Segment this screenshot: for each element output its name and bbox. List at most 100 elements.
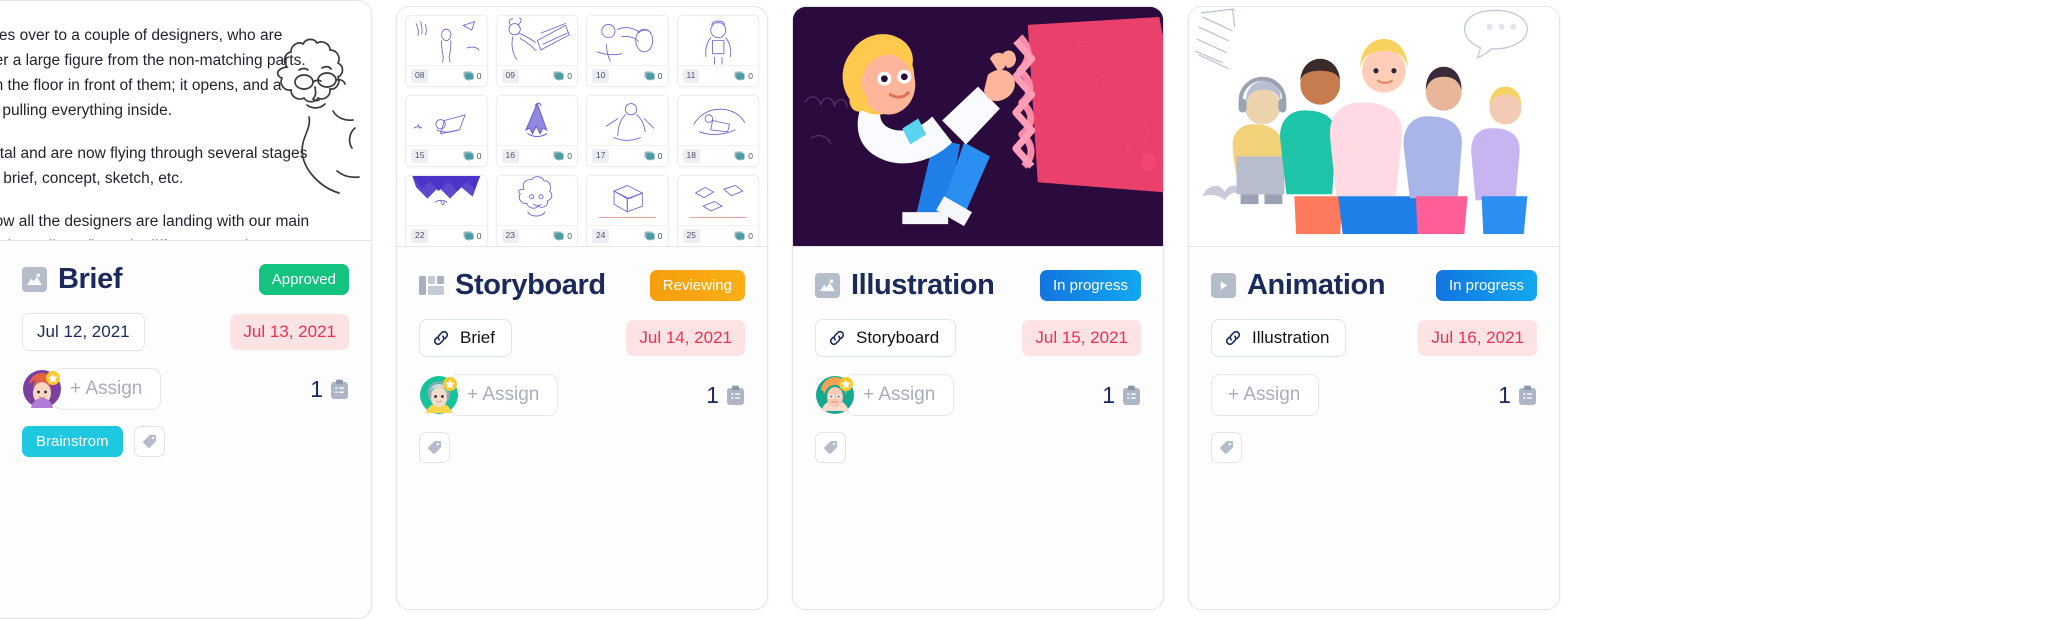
card-title: Animation xyxy=(1247,269,1386,301)
title-row: Animation In progress xyxy=(1211,269,1537,302)
card-body: Illustration In progress Storyboard Jul … xyxy=(793,247,1163,609)
frame-comments: 0 xyxy=(463,151,482,161)
comment-count: 0 xyxy=(748,151,753,161)
frame-meta: 09 0 xyxy=(496,65,577,86)
frame-number: 09 xyxy=(501,69,519,83)
task-count[interactable]: 1 xyxy=(1102,382,1141,409)
task-card-board: mes over to a couple of designers, who a… xyxy=(0,0,2048,619)
title-row: Storyboard Reviewing xyxy=(419,269,745,302)
frame-number: 24 xyxy=(592,229,610,243)
storyboard-frame[interactable]: 22 0 xyxy=(405,175,488,246)
avatar[interactable] xyxy=(419,375,459,415)
avatar[interactable] xyxy=(815,375,855,415)
assignee-row: + Assign 1 xyxy=(815,374,1141,416)
frame-thumbnail xyxy=(587,176,668,225)
dependency-chip[interactable]: Brief xyxy=(419,319,512,357)
animation-preview[interactable] xyxy=(1189,7,1559,247)
task-count[interactable]: 1 xyxy=(310,376,349,403)
frame-comments: 0 xyxy=(644,231,663,241)
frame-thumbnail xyxy=(587,96,668,145)
tag-icon xyxy=(142,434,156,449)
storyboard-frame[interactable]: 10 0 xyxy=(586,15,669,87)
due-date-badge[interactable]: Jul 14, 2021 xyxy=(626,320,745,356)
storyboard-preview[interactable]: 08 0 09 0 10 0 11 0 15 0 16 0 17 0 18 0 … xyxy=(397,7,767,247)
assignee-row: + Assign 1 xyxy=(1211,374,1537,416)
frame-number: 08 xyxy=(411,69,429,83)
comment-count: 0 xyxy=(476,231,482,241)
storyboard-frame[interactable]: 17 0 xyxy=(586,95,669,167)
frame-meta: 17 0 xyxy=(587,145,668,166)
comment-count: 0 xyxy=(567,231,572,241)
storyboard-frame[interactable]: 15 0 xyxy=(405,95,488,167)
frame-comments: 0 xyxy=(734,151,753,161)
frame-thumbnail xyxy=(587,16,668,65)
start-date-field[interactable]: Jul 12, 2021 xyxy=(22,313,145,351)
task-count[interactable]: 1 xyxy=(706,382,745,409)
add-tag-button[interactable] xyxy=(133,426,165,457)
storyboard-frame[interactable]: 09 0 xyxy=(495,15,578,87)
task-count-number: 1 xyxy=(1102,381,1115,408)
task-card-illustration[interactable]: Illustration In progress Storyboard Jul … xyxy=(792,6,1164,610)
comment-icon xyxy=(734,71,745,81)
task-count[interactable]: 1 xyxy=(1498,382,1537,409)
storyboard-grid: 08 0 09 0 10 0 11 0 15 0 16 0 17 0 18 0 … xyxy=(397,7,767,246)
tag-icon xyxy=(1219,440,1234,455)
title-row: Brief Approved xyxy=(22,263,349,296)
frame-thumbnail xyxy=(677,16,758,65)
frame-comments: 0 xyxy=(463,71,482,81)
comment-count: 0 xyxy=(748,71,753,81)
storyboard-frame[interactable]: 16 0 xyxy=(495,95,578,167)
comment-icon xyxy=(463,231,474,241)
frame-comments: 0 xyxy=(553,71,572,81)
tag-pill[interactable]: Brainstrom xyxy=(22,426,123,457)
storyboard-frame[interactable]: 23 0 xyxy=(495,175,578,246)
avatar[interactable] xyxy=(22,369,62,409)
comment-icon xyxy=(463,71,474,81)
comment-icon xyxy=(644,151,655,161)
status-badge[interactable]: Reviewing xyxy=(649,270,745,301)
task-card-storyboard[interactable]: 08 0 09 0 10 0 11 0 15 0 16 0 17 0 18 0 … xyxy=(396,6,768,610)
assign-button[interactable]: + Assign xyxy=(450,374,559,416)
storyboard-frame[interactable]: 18 0 xyxy=(676,95,759,167)
clipboard-icon xyxy=(331,379,348,399)
due-date-badge[interactable]: Jul 16, 2021 xyxy=(1418,320,1537,356)
status-badge[interactable]: Approved xyxy=(258,264,349,295)
storyboard-frame[interactable]: 11 0 xyxy=(676,15,759,87)
assign-left: + Assign xyxy=(815,374,955,416)
illustration-preview[interactable] xyxy=(793,7,1163,247)
frame-number: 11 xyxy=(682,69,700,83)
storyboard-frame[interactable]: 08 0 xyxy=(405,15,488,87)
frame-comments: 0 xyxy=(644,71,663,81)
add-tag-button[interactable] xyxy=(815,432,846,463)
storyboard-frame[interactable]: 25 0 xyxy=(676,175,759,246)
frame-number: 25 xyxy=(682,229,700,243)
dependency-chip[interactable]: Illustration xyxy=(1211,319,1347,357)
add-tag-button[interactable] xyxy=(1211,432,1242,463)
task-card-brief[interactable]: mes over to a couple of designers, who a… xyxy=(0,0,372,619)
status-badge[interactable]: In progress xyxy=(1039,270,1141,301)
frame-thumbnail xyxy=(496,176,577,225)
comment-icon xyxy=(553,151,564,161)
card-body: Animation In progress Illustration Jul 1… xyxy=(1189,247,1559,609)
add-tag-button[interactable] xyxy=(419,432,450,463)
title-row: Illustration In progress xyxy=(815,269,1141,302)
assign-button[interactable]: + Assign xyxy=(846,374,955,416)
doodle-character-illustration xyxy=(276,38,360,194)
storyboard-frame[interactable]: 24 0 xyxy=(586,175,669,246)
task-count-number: 1 xyxy=(706,381,719,408)
assign-button[interactable]: + Assign xyxy=(1211,374,1320,416)
play-icon xyxy=(1211,273,1236,298)
task-card-animation[interactable]: Animation In progress Illustration Jul 1… xyxy=(1188,6,1560,610)
frame-number: 15 xyxy=(411,149,429,163)
status-badge[interactable]: In progress xyxy=(1435,270,1537,301)
assign-left: + Assign xyxy=(1211,374,1320,416)
brief-document-preview[interactable]: mes over to a couple of designers, who a… xyxy=(0,1,371,241)
comment-count: 0 xyxy=(748,231,753,241)
due-date-badge[interactable]: Jul 15, 2021 xyxy=(1022,320,1141,356)
frame-number: 22 xyxy=(411,229,429,243)
link-icon xyxy=(433,330,449,346)
dependency-chip[interactable]: Storyboard xyxy=(815,319,957,357)
frame-meta: 18 0 xyxy=(677,145,758,166)
due-date-badge[interactable]: Jul 13, 2021 xyxy=(230,314,349,350)
assign-button[interactable]: + Assign xyxy=(53,368,162,410)
